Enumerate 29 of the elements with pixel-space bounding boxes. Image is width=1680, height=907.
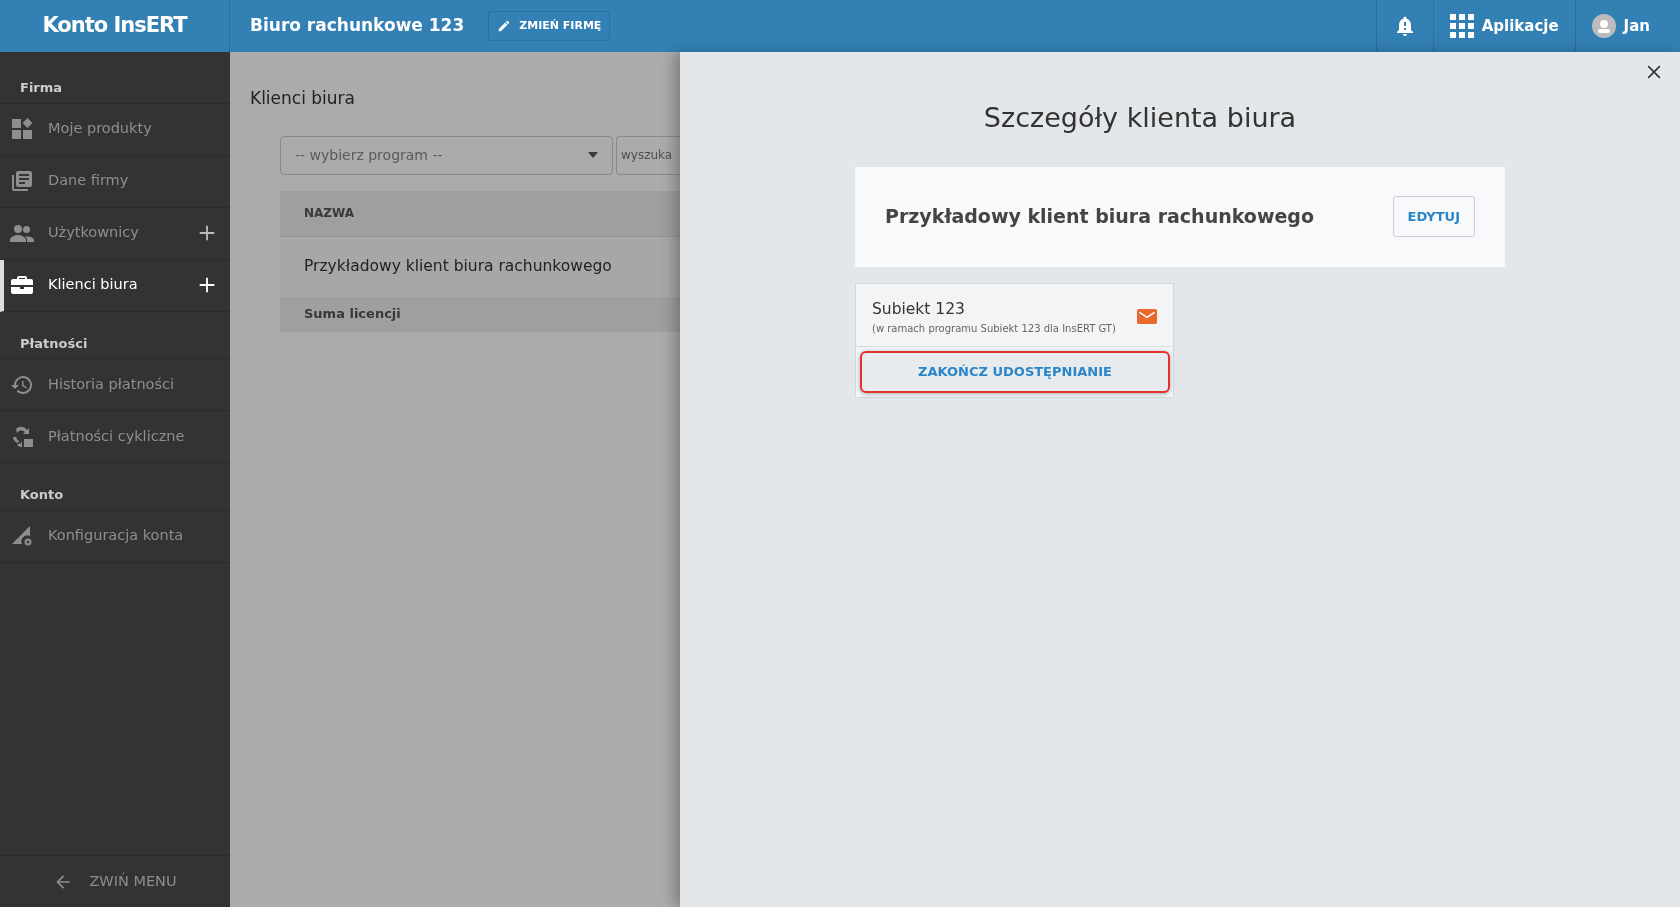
user-menu-button[interactable]: Jan [1591, 14, 1650, 38]
apps-button[interactable]: Aplikacje [1449, 14, 1559, 38]
table-footer-label: Suma licencji [304, 305, 401, 324]
change-company-button[interactable]: ZMIEŃ FIRMĘ [488, 10, 611, 42]
stop-sharing-button[interactable]: ZAKOŃCZ UDOSTĘPNIANIE [860, 350, 1170, 393]
program-select[interactable]: -- wybierz program -- [280, 135, 613, 175]
product-name: Subiekt 123 [872, 298, 966, 320]
search-field[interactable]: wyszuka [616, 135, 680, 175]
edit-button[interactable]: EDYTUJ [1392, 195, 1475, 238]
briefcase-icon [10, 273, 34, 297]
widgets-icon [10, 117, 34, 141]
brand-logo[interactable]: Konto InsERT [42, 10, 187, 42]
panel-title: Szczegóły klienta biura [983, 101, 1297, 135]
client-name: Przykładowy klient biura rachunkowego [885, 204, 1314, 230]
avatar-icon [1591, 14, 1616, 38]
refresh-icon [10, 424, 34, 449]
page-title: Klienci biura [250, 87, 355, 110]
envelope-icon [1137, 309, 1157, 325]
company-name: Biuro rachunkowe 123 [249, 14, 465, 38]
sidebar-item[interactable]: Dane firmy [0, 155, 230, 208]
table-cell-text: Przykładowy klient biura rachunkowego [304, 255, 612, 277]
sidebar-item[interactable]: Użytkownicy [0, 207, 230, 260]
document-list-icon [10, 169, 34, 193]
pencil-icon [497, 19, 512, 33]
grid-icon [1449, 14, 1474, 38]
column-header: NAZWA [304, 205, 354, 222]
sidebar-item[interactable]: Moje produkty [0, 103, 230, 156]
product-note: (w ramach programu Subiekt 123 dla InsERT GT) [872, 321, 1116, 336]
caret-icon [588, 152, 598, 158]
